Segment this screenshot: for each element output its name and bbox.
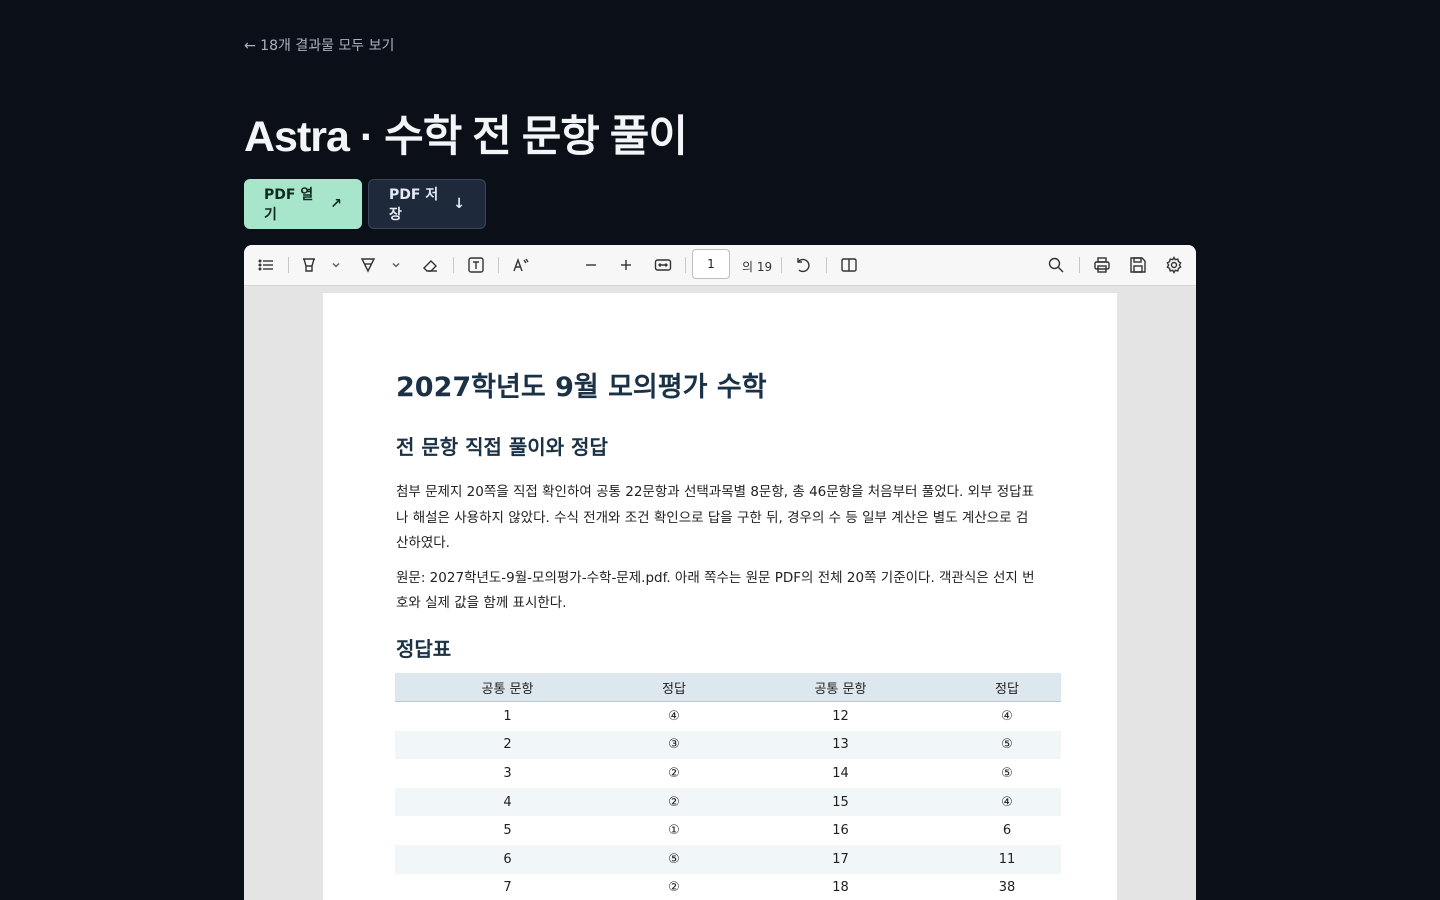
column-header: 정답 <box>619 673 728 702</box>
table-cell: ⑤ <box>619 844 728 874</box>
answer-table-header-row: 공통 문항 정답 공통 문항 정답 <box>395 673 1061 702</box>
document-subtitle: 전 문항 직접 풀이와 정답 <box>396 435 608 459</box>
table-cell: 38 <box>998 880 1016 896</box>
table-row: 6 ⑤ 17 11 <box>395 844 1061 874</box>
answer-table: 공통 문항 정답 공통 문항 정답 1 ④ 12 ④ 2 ③ 13 ⑤ 3 ② … <box>395 673 1061 900</box>
table-cell: 14 <box>832 765 849 781</box>
toolbar-divider <box>288 257 289 273</box>
column-header: 공통 문항 <box>395 673 620 702</box>
chevron-down-icon[interactable] <box>386 255 406 275</box>
toolbar-divider <box>453 257 454 273</box>
outline-icon[interactable] <box>256 255 276 275</box>
table-cell: 1 <box>503 708 512 724</box>
zoom-out-icon[interactable] <box>581 255 601 275</box>
toolbar-divider <box>781 257 782 273</box>
table-cell: 12 <box>832 708 849 724</box>
document-paragraph: 첨부 문제지 20쪽을 직접 확인하여 공통 22문항과 선택과목별 8문항, … <box>396 484 1035 551</box>
external-link-icon: ↗ <box>330 196 342 212</box>
table-cell: ② <box>619 787 728 817</box>
table-cell: 6 <box>1002 823 1012 839</box>
open-pdf-label: PDF 열기 <box>264 187 314 223</box>
highlight-icon[interactable] <box>299 255 319 275</box>
column-header: 공통 문항 <box>727 673 953 702</box>
document-paragraph: 원문: 2027학년도-9월-모의평가-수학-문제.pdf. 아래 쪽수는 원문… <box>396 569 1035 612</box>
rotate-icon[interactable] <box>793 255 813 275</box>
table-cell: ⑤ <box>1001 765 1013 781</box>
save-pdf-button[interactable]: PDF 저장 ↓ <box>368 179 486 229</box>
table-row: 2 ③ 13 ⑤ <box>395 730 1061 760</box>
table-cell: 13 <box>727 730 953 760</box>
table-cell: 4 <box>395 787 620 817</box>
column-header: 정답 <box>952 673 1061 702</box>
toolbar-divider <box>1079 257 1080 273</box>
table-row: 3 ② 14 ⑤ <box>395 759 1061 788</box>
table-cell: 18 <box>832 880 849 896</box>
chevron-down-icon[interactable] <box>326 255 346 275</box>
table-cell: 6 <box>395 844 620 874</box>
table-row: 1 ④ 12 ④ <box>395 702 1061 731</box>
table-cell: ③ <box>619 730 728 760</box>
table-cell: ⑤ <box>952 730 1061 760</box>
save-icon[interactable] <box>1128 255 1148 275</box>
open-pdf-button[interactable]: PDF 열기 ↗ <box>244 179 362 229</box>
pdf-page: 2027학년도 9월 모의평가 수학 전 문항 직접 풀이와 정답 첨부 문제지… <box>323 293 1117 900</box>
pdf-toolbar: 의 19 <box>244 245 1196 286</box>
table-cell: 7 <box>503 880 512 896</box>
save-pdf-label: PDF 저장 <box>389 187 439 223</box>
table-cell: ① <box>668 823 680 839</box>
page-total: 의 19 <box>742 260 773 274</box>
settings-icon[interactable] <box>1164 255 1184 275</box>
table-cell: 15 <box>727 787 953 817</box>
read-aloud-icon[interactable] <box>511 255 531 275</box>
table-cell: ② <box>668 765 680 781</box>
table-row: 7 ② 18 38 <box>395 874 1061 900</box>
table-cell: ② <box>668 880 680 896</box>
zoom-in-icon[interactable] <box>616 255 636 275</box>
table-cell: 3 <box>503 765 512 781</box>
pdf-viewer: 의 19 2027학년도 9월 모의평가 수학 전 문항 직접 풀이와 정답 첨… <box>244 245 1196 900</box>
page-view-icon[interactable] <box>839 255 859 275</box>
answer-table-heading: 정답표 <box>396 636 452 661</box>
table-cell: 5 <box>503 823 512 839</box>
page-title: Astra · 수학 전 문항 풀이 <box>244 113 688 161</box>
search-icon[interactable] <box>1046 255 1066 275</box>
table-cell: 17 <box>727 844 953 874</box>
toolbar-divider <box>498 257 499 273</box>
table-row: 4 ② 15 ④ <box>395 787 1061 817</box>
table-cell: 16 <box>832 823 849 839</box>
table-cell: 11 <box>952 844 1061 874</box>
download-icon: ↓ <box>453 196 465 212</box>
table-row: 5 ① 16 6 <box>395 816 1061 845</box>
fit-width-icon[interactable] <box>653 255 673 275</box>
toolbar-divider <box>685 257 686 273</box>
back-to-results-link[interactable]: ← 18개 결과물 모두 보기 <box>244 35 394 55</box>
document-body: 2027학년도 9월 모의평가 수학 전 문항 직접 풀이와 정답 첨부 문제지… <box>396 365 1036 683</box>
table-cell: ④ <box>952 787 1061 817</box>
table-cell: ④ <box>668 708 680 724</box>
table-cell: 2 <box>395 730 620 760</box>
action-bar: PDF 열기 ↗ PDF 저장 ↓ <box>244 179 486 229</box>
text-box-icon[interactable] <box>466 255 486 275</box>
draw-icon[interactable] <box>358 255 378 275</box>
table-cell: ④ <box>1001 708 1013 724</box>
toolbar-divider <box>826 257 827 273</box>
print-icon[interactable] <box>1092 255 1112 275</box>
document-title: 2027학년도 9월 모의평가 수학 <box>396 372 767 403</box>
page-number-input[interactable] <box>692 249 730 279</box>
eraser-icon[interactable] <box>420 255 440 275</box>
